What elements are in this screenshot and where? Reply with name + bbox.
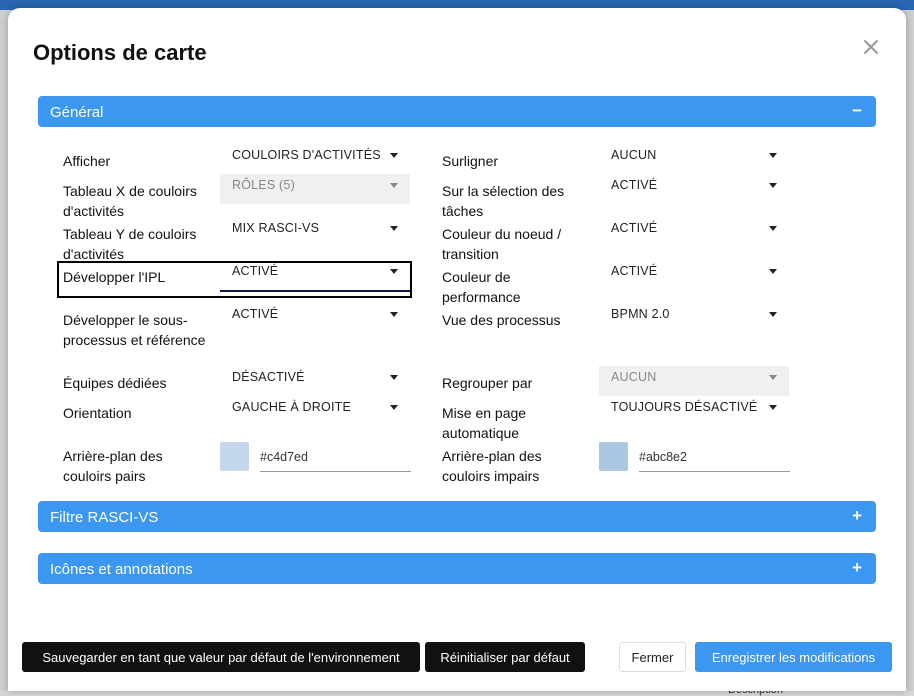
- caret-down-icon: [769, 405, 777, 410]
- select-orientation[interactable]: GAUCHE À DROITE: [220, 396, 410, 427]
- select-value: ACTIVÉ: [611, 221, 658, 235]
- field-label-orientation: Orientation: [63, 405, 132, 421]
- select-developper-sous-processus[interactable]: ACTIVÉ: [220, 303, 410, 334]
- select-value: ACTIVÉ: [232, 307, 279, 321]
- select-value: ACTIVÉ: [611, 264, 658, 278]
- select-value: ACTIVÉ: [232, 264, 279, 278]
- caret-down-icon: [769, 226, 777, 231]
- section-icons-label: Icônes et annotations: [50, 561, 193, 578]
- select-developper-ipl[interactable]: ACTIVÉ: [220, 260, 410, 292]
- select-value: GAUCHE À DROITE: [232, 400, 351, 414]
- field-label-regrouper-par: Regrouper par: [442, 375, 533, 391]
- select-couleur-performance[interactable]: ACTIVÉ: [599, 260, 789, 291]
- save-changes-button[interactable]: Enregistrer les modifications: [695, 642, 892, 672]
- save-as-default-button[interactable]: Sauvegarder en tant que valeur par défau…: [22, 642, 420, 672]
- caret-down-icon: [769, 375, 777, 380]
- select-regrouper-par: AUCUN: [599, 366, 789, 397]
- field-label-couloirs-impairs: Arrière-plan des couloirs impairs: [442, 448, 542, 484]
- expand-icon: +: [852, 506, 862, 525]
- section-general-label: Général: [50, 104, 104, 121]
- caret-down-icon: [769, 153, 777, 158]
- select-value: ACTIVÉ: [611, 178, 658, 192]
- field-label-equipes-dediees: Équipes dédiées: [63, 375, 167, 391]
- expand-icon: +: [852, 558, 862, 577]
- caret-down-icon: [390, 405, 398, 410]
- select-tableau-x: RÔLES (5): [220, 174, 410, 205]
- caret-down-icon: [390, 269, 398, 274]
- field-label-couleur-noeud: Couleur du noeud / transition: [442, 226, 562, 262]
- close-icon[interactable]: [858, 34, 884, 60]
- select-value: TOUJOURS DÉSACTIVÉ: [611, 400, 758, 414]
- select-vue-processus[interactable]: BPMN 2.0: [599, 303, 789, 334]
- color-input-even[interactable]: [260, 443, 411, 472]
- field-label-tableau-x: Tableau X de couloirs d'activités: [63, 183, 197, 219]
- caret-down-icon: [390, 375, 398, 380]
- caret-down-icon: [769, 312, 777, 317]
- dialog-title: Options de carte: [33, 40, 207, 65]
- select-mise-en-page[interactable]: TOUJOURS DÉSACTIVÉ: [599, 396, 789, 427]
- field-label-vue-processus: Vue des processus: [442, 312, 561, 328]
- caret-down-icon: [769, 269, 777, 274]
- field-label-tableau-y: Tableau Y de couloirs d'activités: [63, 226, 197, 262]
- select-value: COULOIRS D'ACTIVITÉS: [232, 148, 381, 162]
- field-label-couloirs-pairs: Arrière-plan des couloirs pairs: [63, 448, 163, 484]
- color-swatch-odd[interactable]: [599, 442, 628, 471]
- caret-down-icon: [390, 312, 398, 317]
- select-value: AUCUN: [611, 148, 657, 162]
- field-label-afficher: Afficher: [63, 153, 111, 169]
- close-button[interactable]: Fermer: [619, 642, 686, 672]
- select-tableau-y[interactable]: MIX RASCI-VS: [220, 217, 410, 248]
- field-label-couleur-performance: Couleur de performance: [442, 269, 521, 305]
- map-options-dialog: Options de carte Général − Afficher COUL…: [8, 8, 906, 691]
- color-swatch-even[interactable]: [220, 442, 249, 471]
- select-selection-taches[interactable]: ACTIVÉ: [599, 174, 789, 205]
- select-value: DÉSACTIVÉ: [232, 370, 305, 384]
- caret-down-icon: [769, 183, 777, 188]
- field-label-selection-taches: Sur la sélection des tâches: [442, 183, 565, 219]
- select-value: BPMN 2.0: [611, 307, 670, 321]
- select-couleur-noeud[interactable]: ACTIVÉ: [599, 217, 789, 248]
- caret-down-icon: [390, 153, 398, 158]
- section-rasci-label: Filtre RASCI-VS: [50, 509, 159, 526]
- select-afficher[interactable]: COULOIRS D'ACTIVITÉS: [220, 144, 410, 175]
- section-icons-header[interactable]: Icônes et annotations +: [38, 553, 876, 584]
- reset-default-button[interactable]: Réinitialiser par défaut: [425, 642, 585, 672]
- select-surligner[interactable]: AUCUN: [599, 144, 789, 175]
- field-label-surligner: Surligner: [442, 153, 499, 169]
- caret-down-icon: [390, 183, 398, 188]
- section-general-header[interactable]: Général −: [38, 96, 876, 127]
- color-input-odd[interactable]: [639, 443, 790, 472]
- select-value: AUCUN: [611, 370, 657, 384]
- field-label-developper-ipl: Développer l'IPL: [63, 269, 166, 285]
- select-value: RÔLES (5): [232, 178, 295, 192]
- select-value: MIX RASCI-VS: [232, 221, 320, 235]
- section-rasci-header[interactable]: Filtre RASCI-VS +: [38, 501, 876, 532]
- caret-down-icon: [390, 226, 398, 231]
- field-label-developper-sous-processus: Développer le sous-processus et référenc…: [63, 312, 206, 348]
- collapse-icon: −: [852, 101, 862, 120]
- field-label-mise-en-page: Mise en page automatique: [442, 405, 527, 441]
- select-equipes-dediees[interactable]: DÉSACTIVÉ: [220, 366, 410, 397]
